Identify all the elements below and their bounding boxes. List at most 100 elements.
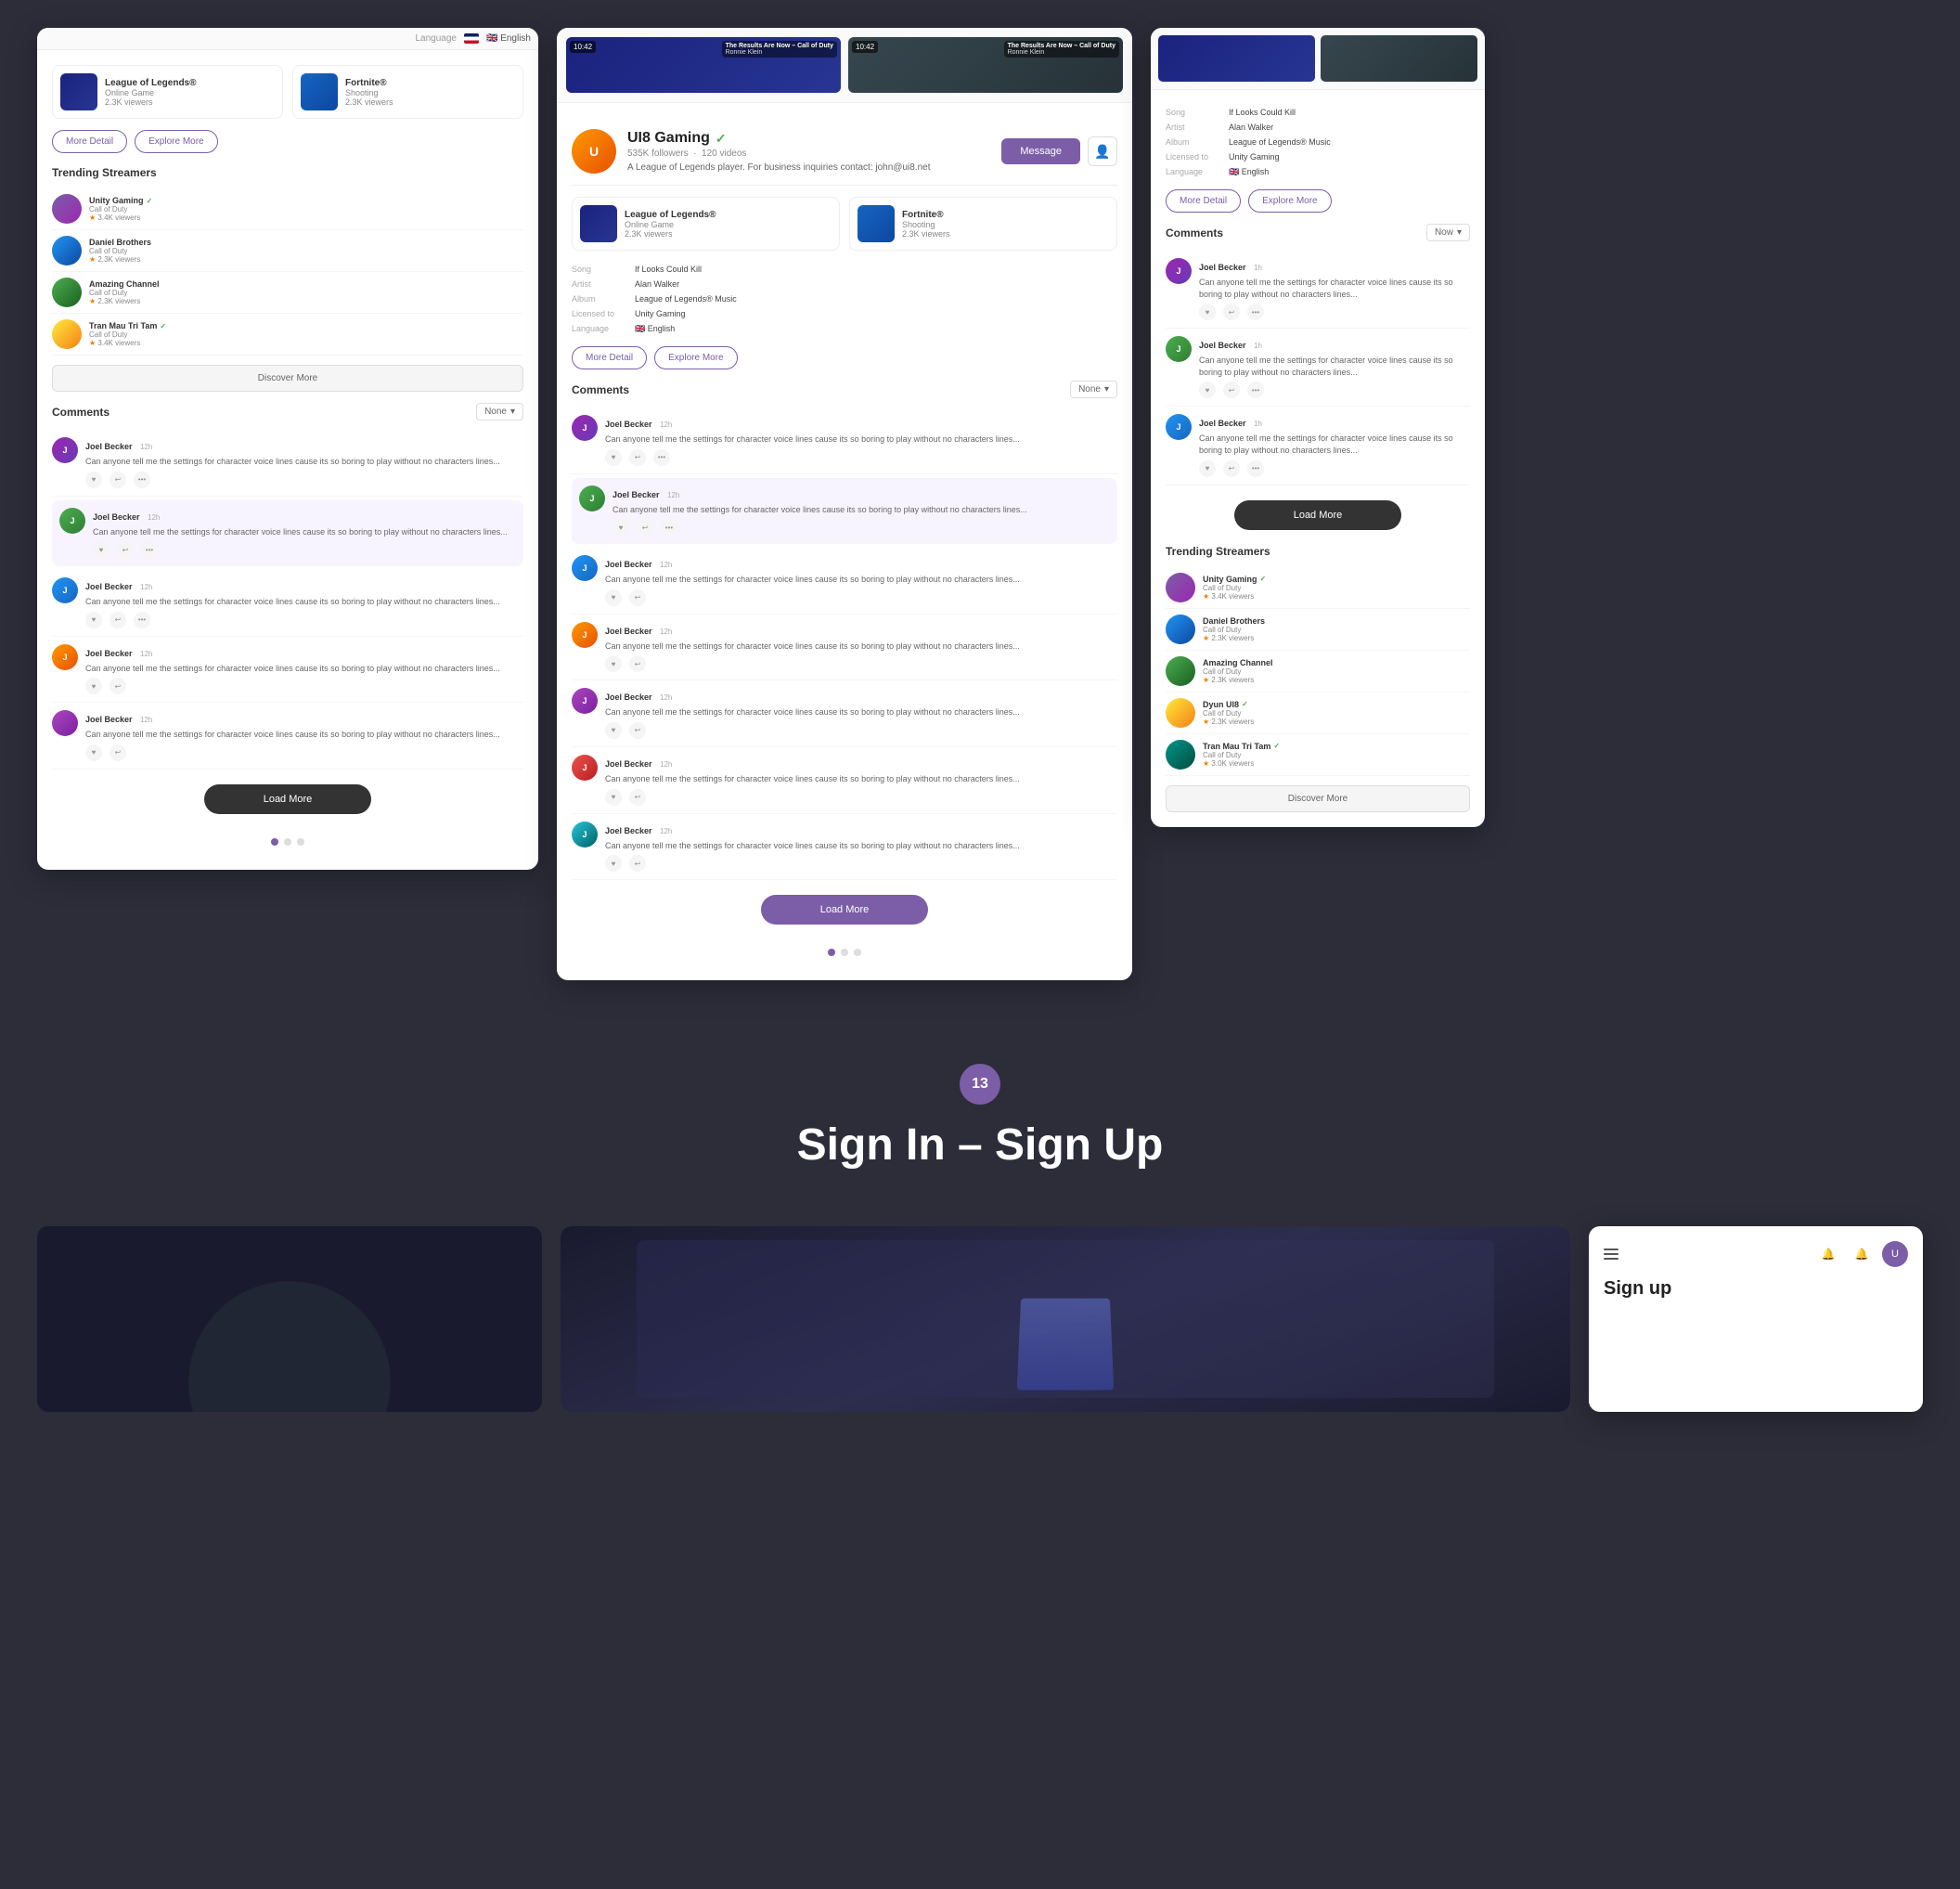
center-reply-7[interactable]: ↩ <box>629 855 646 872</box>
more-button-2[interactable]: ••• <box>141 541 158 558</box>
load-more-button-right[interactable]: Load More <box>1234 500 1401 530</box>
load-more-button-left[interactable]: Load More <box>204 784 371 814</box>
streamer-item-4[interactable]: Tran Mau Tri Tam ✓ Call of Duty ★ 3.4K v… <box>52 314 523 356</box>
like-button-5[interactable]: ♥ <box>85 744 102 761</box>
right-action-buttons: More Detail Explore More <box>1166 189 1470 213</box>
game-card-lol[interactable]: League of Legends® Online Game 2.3K view… <box>52 65 283 119</box>
follow-button[interactable]: 👤 <box>1088 136 1117 166</box>
right-streamer-1[interactable]: Unity Gaming ✓ Call of Duty ★ 3.4K viewe… <box>1166 567 1470 609</box>
center-lol-info: League of Legends® Online Game 2.3K view… <box>625 210 832 239</box>
center-comment-author-1: Joel Becker <box>605 420 652 429</box>
reply-button-2[interactable]: ↩ <box>117 541 134 558</box>
center-dot-2[interactable] <box>841 949 848 956</box>
center-like-6[interactable]: ♥ <box>605 789 622 806</box>
like-button[interactable]: ♥ <box>85 472 102 488</box>
right-like-1[interactable]: ♥ <box>1199 304 1216 320</box>
discover-more-button-left[interactable]: Discover More <box>52 365 523 392</box>
more-detail-button[interactable]: More Detail <box>52 130 127 153</box>
center-like-7[interactable]: ♥ <box>605 855 622 872</box>
right-reply-1[interactable]: ↩ <box>1223 304 1240 320</box>
licensed-label: Licensed to <box>572 309 627 318</box>
streamer-info-1: Unity Gaming ✓ Call of Duty ★ 3.4K viewe… <box>89 196 523 222</box>
right-streamer-3[interactable]: Amazing Channel Call of Duty ★ 2.3K view… <box>1166 651 1470 692</box>
reply-button-4[interactable]: ↩ <box>110 678 126 694</box>
center-game-card-lol[interactable]: League of Legends® Online Game 2.3K view… <box>572 197 840 251</box>
right-verified-icon-5: ✓ <box>1273 742 1280 750</box>
center-more-detail-button[interactable]: More Detail <box>572 346 647 369</box>
right-like-3[interactable]: ♥ <box>1199 460 1216 477</box>
comment-time: 12h <box>140 443 152 451</box>
right-streamer-4[interactable]: Dyun UI8 ✓ Call of Duty ★ 2.3K viewers <box>1166 692 1470 734</box>
right-reply-3[interactable]: ↩ <box>1223 460 1240 477</box>
streamer-item-2[interactable]: Daniel Brothers Call of Duty ★ 2.3K view… <box>52 230 523 272</box>
right-more-2[interactable]: ••• <box>1247 382 1264 398</box>
comments-title-center: Comments <box>572 383 629 396</box>
right-more-3[interactable]: ••• <box>1247 460 1264 477</box>
right-more-1[interactable]: ••• <box>1247 304 1264 320</box>
center-reply-4[interactable]: ↩ <box>629 655 646 672</box>
comment-time-4: 12h <box>140 650 152 658</box>
center-dot-1[interactable] <box>828 949 835 956</box>
right-streamer-avatar-3 <box>1166 656 1195 686</box>
like-button-3[interactable]: ♥ <box>85 612 102 628</box>
like-button-2[interactable]: ♥ <box>93 541 110 558</box>
game-card-fortnite[interactable]: Fortnite® Shooting 2.3K viewers <box>292 65 523 119</box>
right-like-2[interactable]: ♥ <box>1199 382 1216 398</box>
dot-3[interactable] <box>297 838 304 846</box>
comments-sort-right[interactable]: Now ▾ <box>1426 224 1470 241</box>
comments-sort-center[interactable]: None ▾ <box>1070 381 1117 398</box>
notification-icon-button[interactable]: 🔔 <box>1849 1241 1875 1267</box>
right-reply-2[interactable]: ↩ <box>1223 382 1240 398</box>
dot-1[interactable] <box>271 838 278 846</box>
center-reply-5[interactable]: ↩ <box>629 722 646 739</box>
center-comment-1: J Joel Becker 12h Can anyone tell me the… <box>572 408 1117 474</box>
center-more-2[interactable]: ••• <box>661 519 677 536</box>
center-like-2[interactable]: ♥ <box>612 519 629 536</box>
right-streamer-2[interactable]: Daniel Brothers Call of Duty ★ 2.3K view… <box>1166 609 1470 651</box>
user-avatar-button[interactable]: U <box>1882 1241 1908 1267</box>
message-button[interactable]: Message <box>1001 138 1080 164</box>
like-button-4[interactable]: ♥ <box>85 678 102 694</box>
streamer-item-1[interactable]: Unity Gaming ✓ Call of Duty ★ 3.4K viewe… <box>52 188 523 230</box>
comment-content: Joel Becker 12h Can anyone tell me the s… <box>85 437 523 488</box>
explore-button[interactable]: Explore More <box>135 130 217 153</box>
streamer-info-4: Tran Mau Tri Tam ✓ Call of Duty ★ 3.4K v… <box>89 321 523 347</box>
bell-icon-button[interactable]: 🔔 <box>1815 1241 1841 1267</box>
discover-more-button-right[interactable]: Discover More <box>1166 785 1470 812</box>
dot-2[interactable] <box>284 838 291 846</box>
hamburger-menu-icon[interactable] <box>1604 1249 1618 1260</box>
center-comment-actions-5: ♥ ↩ <box>605 722 1117 739</box>
center-explore-button[interactable]: Explore More <box>654 346 737 369</box>
right-more-detail-button[interactable]: More Detail <box>1166 189 1241 213</box>
action-buttons-row: More Detail Explore More <box>52 130 523 153</box>
center-like-5[interactable]: ♥ <box>605 722 622 739</box>
channel-verified-icon: ✓ <box>716 131 727 147</box>
bottom-mockup-signup: 🔔 🔔 U Sign up <box>1589 1226 1923 1412</box>
center-like-4[interactable]: ♥ <box>605 655 622 672</box>
center-dot-3[interactable] <box>854 949 861 956</box>
streamer-viewers-3: ★ 2.3K viewers <box>89 297 523 305</box>
center-comment-time-3: 12h <box>660 561 672 569</box>
reply-button-3[interactable]: ↩ <box>110 612 126 628</box>
center-more-1[interactable]: ••• <box>653 449 670 466</box>
more-button[interactable]: ••• <box>134 472 150 488</box>
center-reply-1[interactable]: ↩ <box>629 449 646 466</box>
load-more-button-center[interactable]: Load More <box>761 895 928 925</box>
center-fortnite-category: Shooting <box>902 220 1109 229</box>
reply-button-5[interactable]: ↩ <box>110 744 126 761</box>
center-like-1[interactable]: ♥ <box>605 449 622 466</box>
reply-button[interactable]: ↩ <box>110 472 126 488</box>
center-game-card-fortnite[interactable]: Fortnite® Shooting 2.3K viewers <box>849 197 1117 251</box>
center-like-3[interactable]: ♥ <box>605 589 622 606</box>
sort-chevron-icon-center: ▾ <box>1104 384 1109 395</box>
center-reply-2[interactable]: ↩ <box>637 519 653 536</box>
streamer-item-3[interactable]: Amazing Channel Call of Duty ★ 2.3K view… <box>52 272 523 314</box>
comments-sort-left[interactable]: None ▾ <box>476 403 523 420</box>
more-button-3[interactable]: ••• <box>134 612 150 628</box>
right-streamer-5[interactable]: Tran Mau Tri Tam ✓ Call of Duty ★ 3.0K v… <box>1166 734 1470 776</box>
center-reply-6[interactable]: ↩ <box>629 789 646 806</box>
center-reply-3[interactable]: ↩ <box>629 589 646 606</box>
right-comment-actions-2: ♥ ↩ ••• <box>1199 382 1470 398</box>
right-streamer-game-2: Call of Duty <box>1203 626 1470 634</box>
right-explore-button[interactable]: Explore More <box>1248 189 1331 213</box>
